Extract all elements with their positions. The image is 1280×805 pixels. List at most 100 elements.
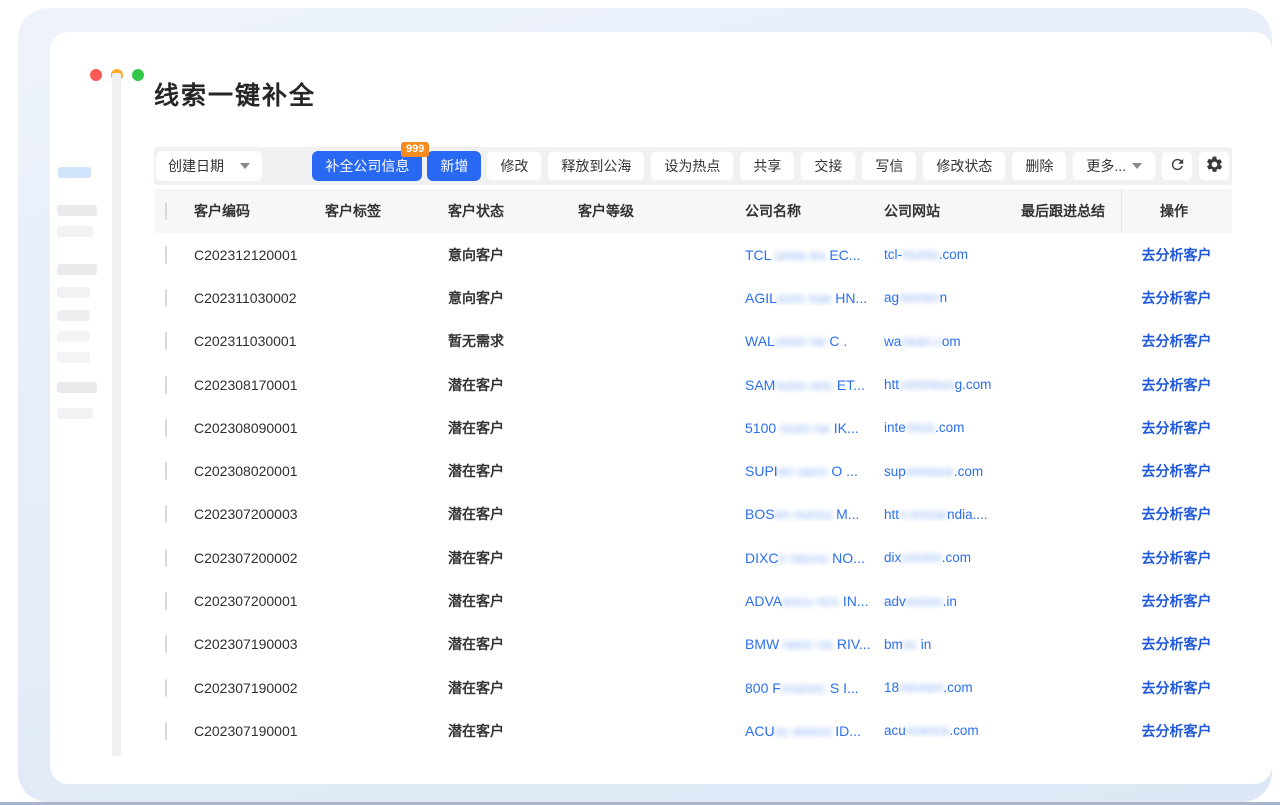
analyze-customer-link[interactable]: 去分析客户 <box>1121 375 1232 395</box>
link-text: BMW <box>745 636 779 652</box>
company-website-link[interactable]: httn encuendia.... <box>884 507 1021 522</box>
row-checkbox[interactable] <box>165 332 167 350</box>
company-website-link[interactable]: 18necnen.com <box>884 680 1021 695</box>
company-name-link[interactable]: SUPIen uecn O ... <box>745 463 884 479</box>
link-text: SUPI <box>745 463 778 479</box>
row-checkbox[interactable] <box>165 722 167 740</box>
add-button[interactable]: 新增 <box>427 151 481 181</box>
settings-icon <box>1205 155 1224 177</box>
sidebar-item[interactable] <box>57 310 90 321</box>
customer-code-cell: C202307190002 <box>194 680 325 696</box>
column-header: 客户编码 <box>194 201 325 221</box>
set-hot-button[interactable]: 设为热点 <box>650 151 734 181</box>
more-button[interactable]: 更多... <box>1072 151 1156 181</box>
delete-button[interactable]: 删除 <box>1011 151 1067 181</box>
link-text: htt <box>884 507 899 522</box>
write-email-button[interactable]: 写信 <box>861 151 917 181</box>
complete-company-info-button[interactable]: 补全公司信息999 <box>312 151 422 181</box>
analyze-customer-link[interactable]: 去分析客户 <box>1121 418 1232 438</box>
analyze-customer-link[interactable]: 去分析客户 <box>1121 245 1232 265</box>
analyze-customer-link[interactable]: 去分析客户 <box>1121 331 1232 351</box>
row-checkbox[interactable] <box>165 289 167 307</box>
row-checkbox[interactable] <box>165 635 167 653</box>
link-text: wa <box>884 334 901 349</box>
row-checkbox[interactable] <box>165 549 167 567</box>
row-checkbox[interactable] <box>165 246 167 264</box>
row-checkbox[interactable] <box>165 462 167 480</box>
analyze-customer-link[interactable]: 去分析客户 <box>1121 288 1232 308</box>
sidebar-item[interactable] <box>57 352 90 363</box>
company-website-link[interactable]: wanean com <box>884 334 1021 349</box>
company-website-link[interactable]: advencen.in <box>884 594 1021 609</box>
company-name-link[interactable]: ADVAencu ncn IN... <box>745 593 884 609</box>
handover-button[interactable]: 交接 <box>800 151 856 181</box>
sidebar-item[interactable] <box>57 226 93 237</box>
edit-button[interactable]: 修改 <box>486 151 542 181</box>
select-all-checkbox[interactable] <box>165 202 167 220</box>
redacted-text: nc enncn <box>775 723 836 739</box>
row-checkbox[interactable] <box>165 505 167 523</box>
company-name-link[interactable]: WALunen ne C . <box>745 333 884 349</box>
company-website-link[interactable]: dixuncem.com <box>884 550 1021 565</box>
table-row: C202308170001潜在客户SAMnuno enc ET...httcen… <box>154 363 1232 406</box>
company-website-link[interactable]: tcl-muniu.com <box>884 247 1021 262</box>
sidebar-item[interactable] <box>57 382 97 393</box>
row-select-cell <box>154 593 194 609</box>
close-window-button[interactable] <box>90 69 102 81</box>
company-website-link[interactable]: agnemecn <box>884 290 1021 305</box>
customer-status-cell: 潜在客户 <box>448 591 578 611</box>
sidebar-item[interactable] <box>57 205 97 216</box>
settings-button[interactable] <box>1198 151 1230 181</box>
customer-status-cell: 潜在客户 <box>448 721 578 741</box>
customer-status-cell: 意向客户 <box>448 245 578 265</box>
redacted-text: nenc ne <box>779 636 837 652</box>
customer-code-cell: C202308170001 <box>194 377 325 393</box>
company-website-link[interactable]: acuncence.com <box>884 723 1021 738</box>
company-website-link[interactable]: intennus.com <box>884 420 1021 435</box>
sidebar-item[interactable] <box>57 264 97 275</box>
analyze-customer-link[interactable]: 去分析客户 <box>1121 678 1232 698</box>
table-row: C202311030001暂无需求WALunen ne C .wanean co… <box>154 320 1232 363</box>
release-to-pool-button[interactable]: 释放到公海 <box>547 151 645 181</box>
company-website-link[interactable]: httcenmeung.com <box>884 377 1021 392</box>
company-name-link[interactable]: ACUnc enncn ID... <box>745 723 884 739</box>
sidebar-item[interactable] <box>57 331 90 342</box>
share-button[interactable]: 共享 <box>739 151 795 181</box>
date-filter-select[interactable]: 创建日期 <box>156 151 262 181</box>
change-status-button[interactable]: 修改状态 <box>922 151 1006 181</box>
analyze-customer-link[interactable]: 去分析客户 <box>1121 504 1232 524</box>
company-name-link[interactable]: 800 Fncennc S I... <box>745 680 884 696</box>
sidebar-item[interactable] <box>57 287 90 298</box>
company-name-link[interactable]: TCL unna eu EC... <box>745 247 884 263</box>
analyze-customer-link[interactable]: 去分析客户 <box>1121 634 1232 654</box>
company-name-link[interactable]: DIXCn necnu NO... <box>745 550 884 566</box>
company-name-link[interactable]: BMW nenc ne RIV... <box>745 636 884 652</box>
notification-badge: 999 <box>401 142 429 157</box>
refresh-button[interactable] <box>1161 151 1193 181</box>
sidebar-nav <box>50 92 112 752</box>
analyze-customer-link[interactable]: 去分析客户 <box>1121 591 1232 611</box>
analyze-customer-link[interactable]: 去分析客户 <box>1121 461 1232 481</box>
company-name-link[interactable]: AGILeum nue HN... <box>745 290 884 306</box>
row-checkbox[interactable] <box>165 419 167 437</box>
company-name-link[interactable]: 5100 ncen ne IK... <box>745 420 884 436</box>
company-website-link[interactable]: bmnc in <box>884 637 1021 652</box>
link-text: .com <box>949 723 978 738</box>
column-header: 公司名称 <box>745 201 884 221</box>
table-row: C202307200001 潜在客户 ADVAencu ncn IN...adven… <box>154 579 1232 622</box>
column-header: 最后跟进总结 <box>1021 201 1121 221</box>
analyze-customer-link[interactable]: 去分析客户 <box>1121 548 1232 568</box>
row-checkbox[interactable] <box>165 376 167 394</box>
sidebar-item-active[interactable] <box>58 167 91 178</box>
sidebar-item[interactable] <box>57 408 93 419</box>
customer-code-cell: C202307200001 <box>194 593 325 609</box>
company-website-link[interactable]: supenmoce.com <box>884 464 1021 479</box>
redacted-text: eum nue <box>777 290 835 306</box>
row-checkbox[interactable] <box>165 592 167 610</box>
company-name-link[interactable]: SAMnuno enc ET... <box>745 377 884 393</box>
row-checkbox[interactable] <box>165 679 167 697</box>
company-name-link[interactable]: BOSen nuncu M... <box>745 506 884 522</box>
maximize-window-button[interactable] <box>132 69 144 81</box>
customer-status-cell: 潜在客户 <box>448 678 578 698</box>
analyze-customer-link[interactable]: 去分析客户 <box>1121 721 1232 741</box>
